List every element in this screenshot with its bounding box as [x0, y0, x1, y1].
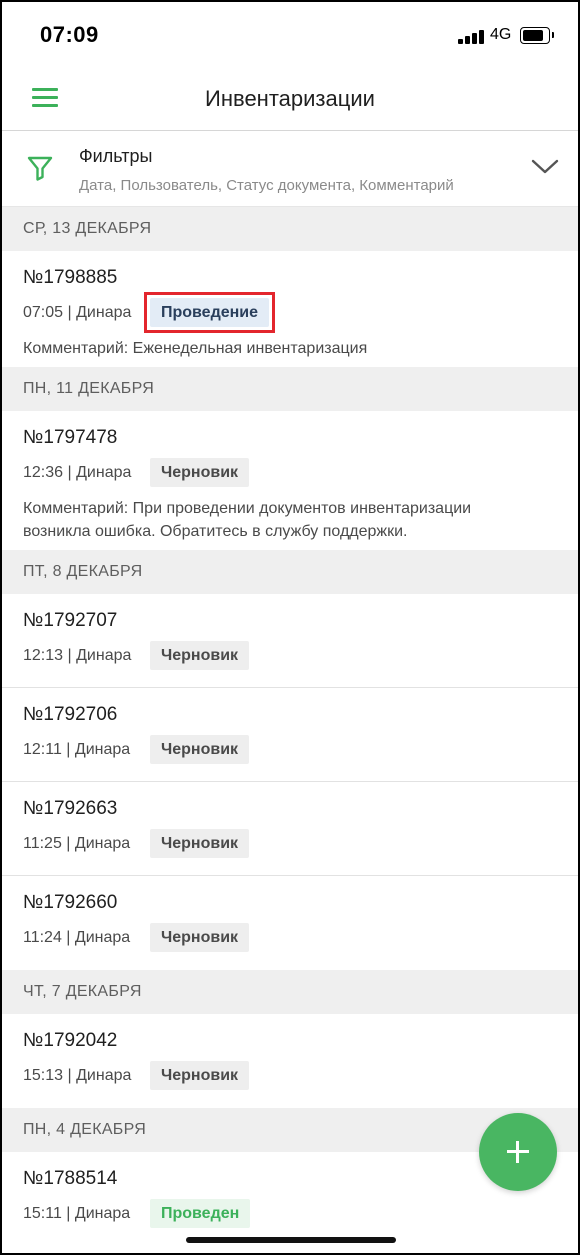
inventory-list: СР, 13 ДЕКАБРЯ №1798885 07:05 | Динара П…: [2, 207, 578, 1246]
date-section-header: ПТ, 8 ДЕКАБРЯ: [2, 550, 578, 594]
document-time-user: 15:13 | Динара: [23, 1067, 132, 1084]
chevron-down-icon[interactable]: [530, 157, 560, 177]
document-item[interactable]: №1792660 11:24 | Динара Черновик: [2, 876, 578, 970]
document-item[interactable]: №1792663 11:25 | Динара Черновик: [2, 782, 578, 876]
funnel-icon: [27, 156, 53, 181]
document-item[interactable]: №1792707 12:13 | Динара Черновик: [2, 594, 578, 688]
document-item[interactable]: №1792042 15:13 | Динара Черновик: [2, 1014, 578, 1108]
document-item[interactable]: №1792706 12:11 | Динара Черновик: [2, 688, 578, 782]
filters-panel[interactable]: Фильтры Дата, Пользователь, Статус докум…: [2, 131, 578, 207]
filters-title: Фильтры: [79, 146, 153, 166]
status-badge: Черновик: [150, 735, 250, 764]
status-badge: Черновик: [150, 641, 250, 670]
date-section-header: ЧТ, 7 ДЕКАБРЯ: [2, 970, 578, 1014]
filters-summary: Дата, Пользователь, Статус документа, Ко…: [79, 177, 454, 194]
document-item[interactable]: №1797478 12:36 | Динара Черновик Коммент…: [2, 411, 578, 550]
document-number: №1792663: [23, 798, 118, 819]
document-number: №1788514: [23, 1168, 118, 1189]
document-number: №1792707: [23, 610, 118, 631]
document-number: №1798885: [23, 267, 118, 288]
battery-icon: [520, 27, 554, 44]
app-screen: 07:09 4G Инвентаризации Фильтры Дата, По…: [0, 0, 580, 1255]
document-time-user: 12:13 | Динара: [23, 647, 132, 664]
signal-icon: [458, 30, 486, 44]
home-indicator[interactable]: [186, 1237, 396, 1243]
document-time-user: 11:24 | Динара: [23, 929, 131, 946]
status-badge: Проведен: [150, 1199, 251, 1228]
add-document-button[interactable]: [479, 1113, 557, 1191]
status-badge: Черновик: [150, 1061, 250, 1090]
document-number: №1792042: [23, 1030, 118, 1051]
document-number: №1792706: [23, 704, 118, 725]
document-time-user: 15:11 | Динара: [23, 1205, 131, 1222]
app-header: Инвентаризации: [2, 70, 578, 131]
date-section-header: СР, 13 ДЕКАБРЯ: [2, 207, 578, 251]
date-section-header: ПН, 11 ДЕКАБРЯ: [2, 367, 578, 411]
page-title: Инвентаризации: [205, 86, 375, 111]
network-type: 4G: [490, 26, 512, 43]
document-time-user: 07:05 | Динара: [23, 304, 132, 321]
status-badge: Черновик: [150, 923, 250, 952]
document-item[interactable]: №1798885 07:05 | Динара Проведение Комме…: [2, 251, 578, 367]
status-bar: 07:09 4G: [2, 2, 578, 70]
status-badge: Черновик: [150, 829, 250, 858]
document-number: №1792660: [23, 892, 118, 913]
document-number: №1797478: [23, 427, 118, 448]
status-badge: Черновик: [150, 458, 250, 487]
status-badge: Проведение: [143, 292, 276, 333]
document-comment: Комментарий: Еженедельная инвентаризация: [23, 340, 368, 357]
status-time: 07:09: [40, 22, 99, 47]
document-time-user: 11:25 | Динара: [23, 835, 131, 852]
document-time-user: 12:36 | Динара: [23, 464, 132, 481]
document-comment: Комментарий: При проведении документов и…: [23, 500, 472, 540]
document-time-user: 12:11 | Динара: [23, 741, 131, 758]
